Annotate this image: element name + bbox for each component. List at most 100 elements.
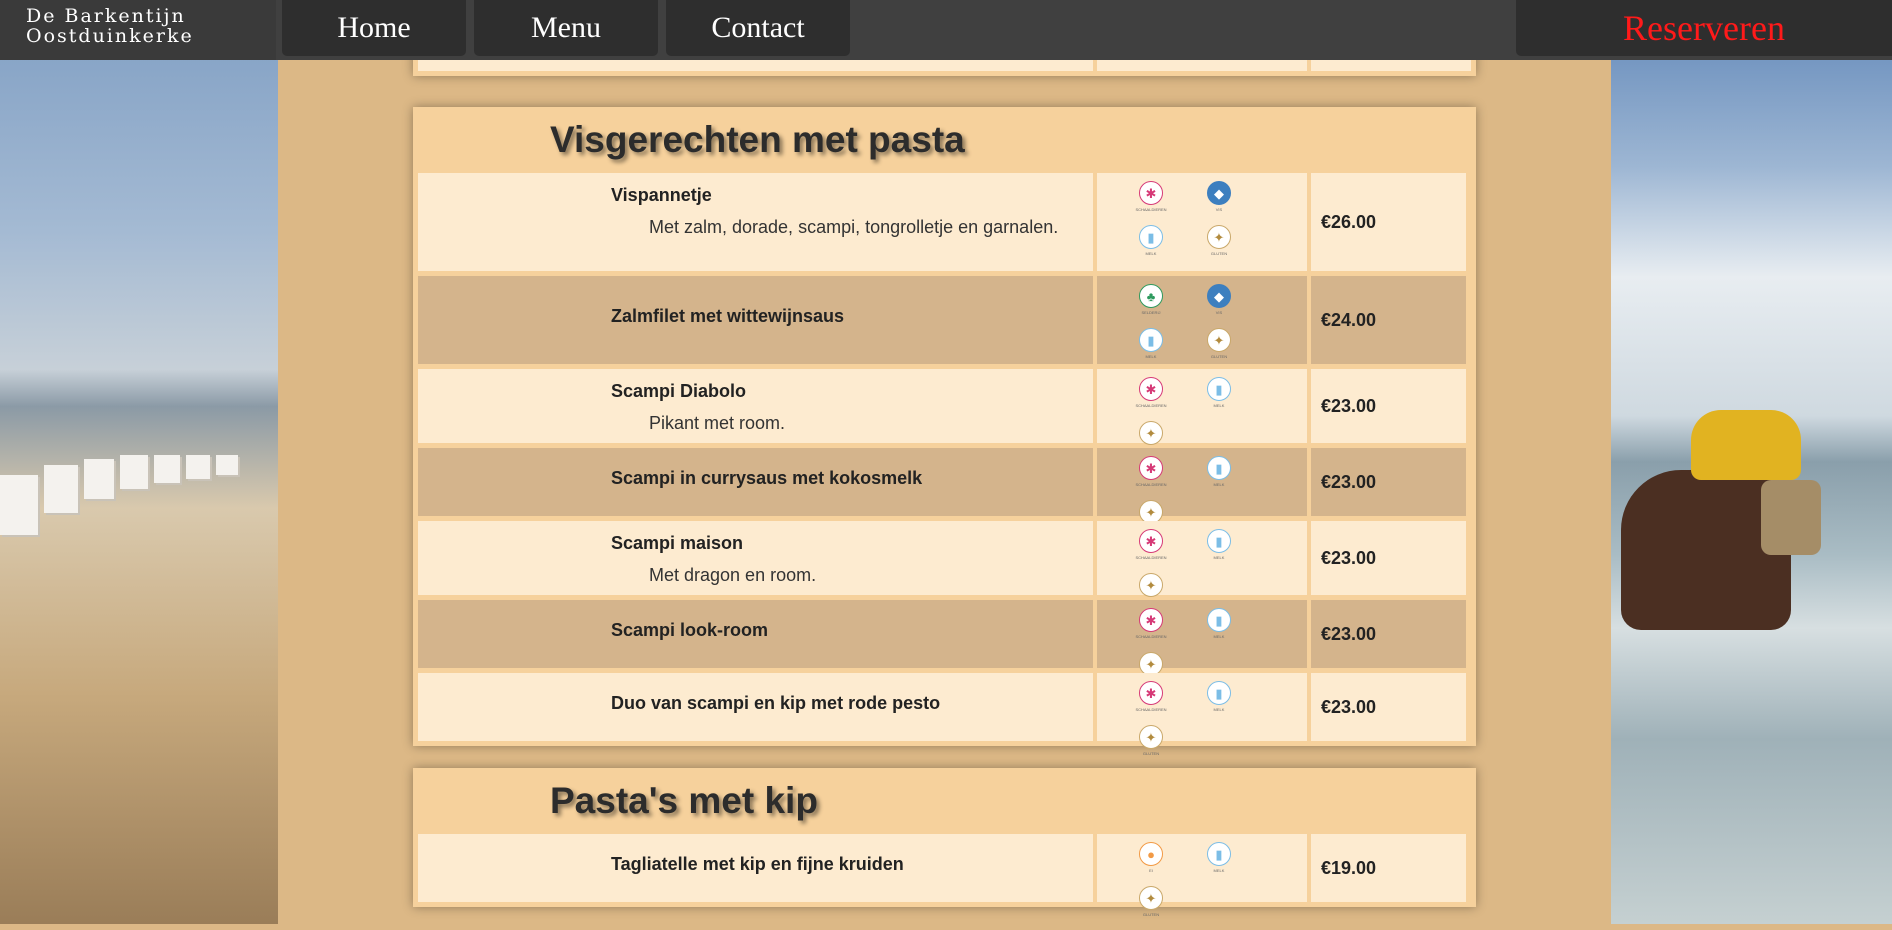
price-cell: €23.00 <box>1311 448 1466 516</box>
dish-cell: Scampi in currysaus met kokosmelk <box>418 448 1093 516</box>
allergen-label: MELK <box>1213 868 1225 873</box>
lobster-icon-glyph: ✱ <box>1139 529 1163 553</box>
menu-item-row: Zalmfilet met wittewijnsaus ♣ SELDERIJ ◆ VIS… <box>418 276 1471 364</box>
dish-cell: Zalmfilet met wittewijnsaus <box>418 276 1093 364</box>
milk-bottle-icon-glyph: ▮ <box>1207 842 1231 866</box>
beach-huts <box>0 455 278 575</box>
dish-cell: Tagliatelle met kip en fijne kruiden <box>418 834 1093 902</box>
dish-cell: Vispannetje Met zalm, dorade, scampi, ton… <box>418 173 1093 271</box>
menu-item-row: Vispannetje Met zalm, dorade, scampi, ton… <box>418 173 1471 271</box>
allergen-label: SCHAALDIEREN <box>1135 707 1167 712</box>
lobster-icon-glyph: ✱ <box>1139 456 1163 480</box>
allergen-cell: ✱SCHAALDIEREN▮MELK✦GLUTEN <box>1097 521 1307 604</box>
dish-name: Scampi maison <box>611 533 744 553</box>
reserve-button[interactable]: Reserveren <box>1516 0 1892 56</box>
lobster-icon: ✱ SCHAALDIEREN <box>1117 608 1185 652</box>
dish-name: Scampi Diabolo <box>611 381 747 401</box>
allergen-label: MELK <box>1213 403 1225 408</box>
dish-name: Duo van scampi en kip met rode pesto <box>611 693 941 713</box>
allergen-label: MELK <box>1213 707 1225 712</box>
allergen-label: GLUTEN <box>1210 251 1228 256</box>
fish-icon: ◆ VIS <box>1185 181 1253 225</box>
celery-icon-glyph: ♣ <box>1139 284 1163 308</box>
allergen-label: SCHAALDIEREN <box>1135 403 1167 408</box>
milk-bottle-icon: ▮ MELK <box>1185 608 1253 652</box>
egg-icon-glyph: ● <box>1139 842 1163 866</box>
price-cell: €26.00 <box>1311 173 1466 271</box>
menu-item-row: Scampi Diabolo Pikant met room. ✱ SCHAALDIE… <box>418 369 1471 452</box>
nav-home-button[interactable]: Home <box>282 0 466 56</box>
dish-description: Pikant met room. <box>649 413 786 433</box>
allergen-label: GLUTEN <box>1142 751 1160 756</box>
price-cell: €23.00 <box>1311 673 1466 741</box>
section-rows: Tagliatelle met kip en fijne kruiden ● EI ▮… <box>413 834 1476 917</box>
allergen-label: SCHAALDIEREN <box>1135 634 1167 639</box>
beach-huts-photo <box>0 0 278 924</box>
milk-bottle-icon: ▮ MELK <box>1185 529 1253 573</box>
section-rows: Vispannetje Met zalm, dorade, scampi, ton… <box>413 173 1476 756</box>
wheat-icon: ✦ GLUTEN <box>1185 225 1253 269</box>
allergen-label: VIS <box>1215 207 1223 212</box>
site-logo[interactable]: De Barkentijn Oostduinkerke <box>0 0 276 60</box>
allergen-label: SELDERIJ <box>1141 310 1161 315</box>
lobster-icon-glyph: ✱ <box>1139 608 1163 632</box>
dish-name: Scampi look-room <box>611 620 769 640</box>
wheat-icon: ✦ GLUTEN <box>1185 328 1253 372</box>
allergen-label: MELK <box>1213 482 1225 487</box>
dish-description: Met zalm, dorade, scampi, tongrolletje e… <box>649 217 1059 237</box>
section-title: Visgerechten met pasta <box>550 119 965 160</box>
rider-shape <box>1691 410 1801 480</box>
menu-section: Pasta's met kip Tagliatelle met kip en f… <box>413 768 1476 917</box>
wheat-icon: ✦ GLUTEN <box>1117 725 1185 769</box>
lobster-icon-glyph: ✱ <box>1139 377 1163 401</box>
price-cell: €23.00 <box>1311 600 1466 668</box>
wheat-icon-glyph: ✦ <box>1207 328 1231 352</box>
dish-name: Scampi in currysaus met kokosmelk <box>611 468 923 488</box>
allergen-cell: ● EI ▮ MELK ✦ GLUTEN <box>1097 834 1307 917</box>
milk-bottle-icon: ▮ MELK <box>1185 377 1253 421</box>
milk-bottle-icon: ▮ MELK <box>1117 328 1185 372</box>
allergen-cell: ✱SCHAALDIEREN▮MELK✦GLUTEN <box>1097 600 1307 683</box>
nav-menu-button[interactable]: Menu <box>474 0 658 56</box>
fish-icon: ◆ VIS <box>1185 284 1253 328</box>
allergen-label: MELK <box>1145 354 1157 359</box>
allergen-label: EI <box>1149 868 1153 873</box>
menu-item-row: Scampi look-room✱SCHAALDIEREN▮MELK✦GLUTE… <box>418 600 1471 683</box>
section-title: Pasta's met kip <box>550 780 818 821</box>
milk-bottle-icon-glyph: ▮ <box>1207 608 1231 632</box>
lobster-icon: ✱ SCHAALDIEREN <box>1117 377 1185 421</box>
allergen-label: MELK <box>1213 634 1225 639</box>
wheat-icon: ✦ GLUTEN <box>1117 886 1185 930</box>
basket-shape <box>1761 480 1821 555</box>
milk-bottle-icon: ▮ MELK <box>1185 456 1253 500</box>
allergen-label: SCHAALDIEREN <box>1135 207 1167 212</box>
allergen-label: GLUTEN <box>1210 354 1228 359</box>
price-cell: €24.00 <box>1311 276 1466 364</box>
wheat-icon-glyph: ✦ <box>1207 225 1231 249</box>
milk-bottle-icon-glyph: ▮ <box>1139 328 1163 352</box>
price-cell: €23.00 <box>1311 369 1466 443</box>
milk-bottle-icon: ▮ MELK <box>1117 225 1185 269</box>
nav-contact-button[interactable]: Contact <box>666 0 850 56</box>
wheat-icon-glyph: ✦ <box>1139 725 1163 749</box>
allergen-label: VIS <box>1215 310 1223 315</box>
lobster-icon: ✱ SCHAALDIEREN <box>1117 181 1185 225</box>
dish-name: Tagliatelle met kip en fijne kruiden <box>611 854 904 874</box>
menu-item-row: Scampi in currysaus met kokosmelk ✱ SCHAAL… <box>418 448 1471 531</box>
lobster-icon-glyph: ✱ <box>1139 681 1163 705</box>
allergen-label: SCHAALDIEREN <box>1135 555 1167 560</box>
menu-item-row: Duo van scampi en kip met rode pesto ✱ SCH… <box>418 673 1471 756</box>
allergen-label: MELK <box>1213 555 1225 560</box>
milk-bottle-icon-glyph: ▮ <box>1207 377 1231 401</box>
milk-bottle-icon: ▮ MELK <box>1185 681 1253 725</box>
brand-line-1: De Barkentijn <box>26 5 186 27</box>
allergen-label: GLUTEN <box>1142 912 1160 917</box>
allergen-cell: ✱SCHAALDIEREN▮MELK✦GLUTEN <box>1097 369 1307 452</box>
dish-cell: Duo van scampi en kip met rode pesto <box>418 673 1093 741</box>
dish-name: Zalmfilet met wittewijnsaus <box>611 306 845 326</box>
wheat-icon-glyph: ✦ <box>1139 421 1163 445</box>
milk-bottle-icon-glyph: ▮ <box>1207 529 1231 553</box>
allergen-cell: ✱SCHAALDIEREN▮MELK✦GLUTEN <box>1097 448 1307 531</box>
lobster-icon: ✱ SCHAALDIEREN <box>1117 681 1185 725</box>
wheat-icon-glyph: ✦ <box>1139 886 1163 910</box>
